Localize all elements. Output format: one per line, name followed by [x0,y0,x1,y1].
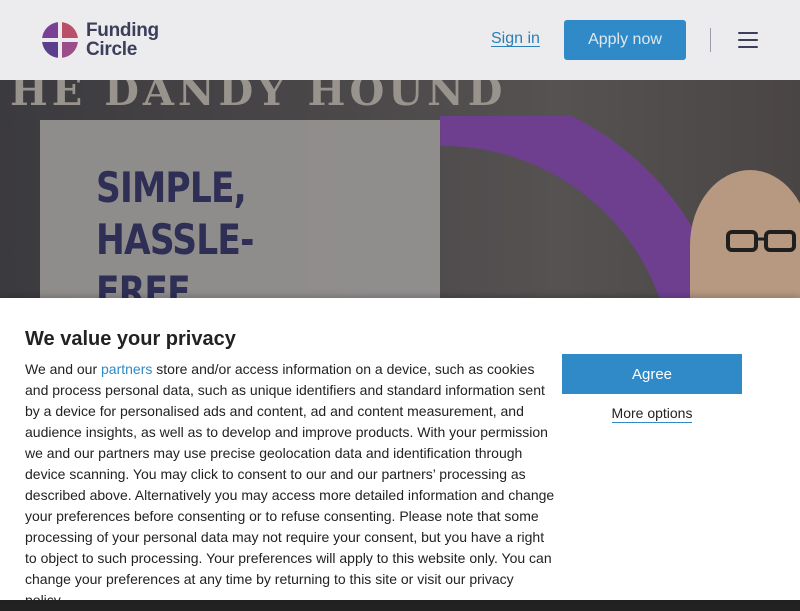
logo-line-1: Funding [86,20,159,41]
consent-text-after-link: store and/or access information on a dev… [25,361,555,608]
funding-circle-logo-icon [40,20,80,60]
consent-body-text: We and our partners store and/or access … [25,359,555,611]
hero-background-sign: HE DANDY HOUND [10,80,507,115]
logo-line-2: Circle [86,39,138,60]
logo-wordmark: Funding Circle [86,21,159,59]
privacy-consent-banner: We value your privacy We and our partner… [0,298,800,608]
site-header: Funding Circle Sign in Apply now [0,0,800,80]
header-divider [710,28,711,52]
funding-circle-logo[interactable]: Funding Circle [40,20,170,60]
consent-title: We value your privacy [25,328,236,350]
consent-text-before-link: We and our [25,361,102,377]
hamburger-menu-icon[interactable] [738,32,758,48]
more-options-link[interactable]: More options [562,405,742,423]
agree-button[interactable]: Agree [562,354,742,394]
sign-in-link[interactable]: Sign in [491,30,540,48]
glasses-graphic [726,230,796,252]
apply-now-button[interactable]: Apply now [564,20,686,60]
partners-link[interactable]: partners [101,361,152,377]
more-options-label: More options [611,405,693,423]
